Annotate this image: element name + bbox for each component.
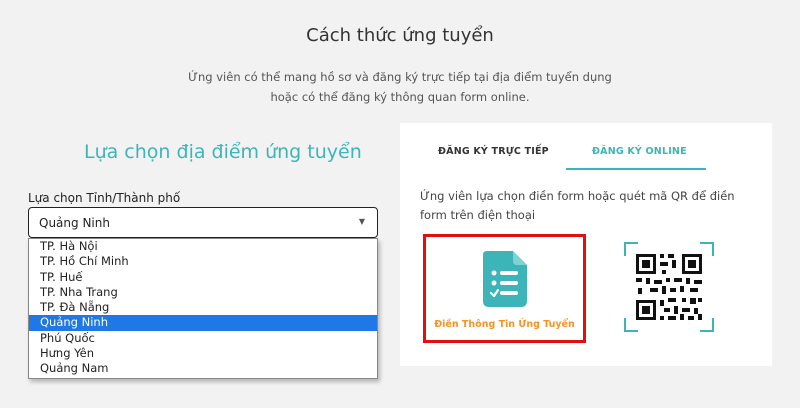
select-value: Quảng Ninh [39, 216, 110, 230]
dropdown-arrow-icon: ▼ [358, 217, 365, 226]
dropdown-option[interactable]: Phú Quốc [29, 331, 377, 346]
dropdown-option-selected[interactable]: Quảng Ninh [29, 315, 377, 331]
dropdown-option[interactable]: TP. Đà Nẵng [29, 300, 377, 315]
dropdown-option[interactable]: Hưng Yên [29, 346, 377, 361]
page-title: Cách thức ứng tuyển [306, 25, 494, 46]
dropdown-option[interactable]: Quảng Nam [29, 361, 377, 376]
dropdown-option[interactable]: TP. Hồ Chí Minh [29, 254, 377, 269]
online-description: Ứng viên lựa chọn điền form hoặc quét mã… [420, 189, 735, 222]
location-heading: Lựa chọn địa điểm ứng tuyển [84, 141, 362, 163]
form-checklist-icon [483, 251, 527, 307]
qr-code-icon[interactable] [624, 242, 714, 332]
dropdown-option[interactable]: TP. Nha Trang [29, 285, 377, 300]
form-caption: Điền Thông Tin Ứng Tuyển [434, 319, 575, 330]
tab-online-registration[interactable]: ĐĂNG KÝ ONLINE [592, 146, 687, 157]
fill-form-button[interactable]: Điền Thông Tin Ứng Tuyển [423, 234, 586, 343]
registration-card: ĐĂNG KÝ TRỰC TIẾP ĐĂNG KÝ ONLINE Ứng viê… [400, 123, 772, 366]
province-select[interactable]: Quảng Ninh ▼ [28, 207, 378, 238]
tab-direct-registration[interactable]: ĐĂNG KÝ TRỰC TIẾP [438, 146, 549, 157]
active-tab-underline [566, 168, 706, 170]
intro-line-2: hoặc có thể đăng ký thông quan form onli… [270, 90, 530, 104]
dropdown-option[interactable]: TP. Hà Nội [29, 239, 377, 254]
dropdown-option[interactable]: TP. Huế [29, 270, 377, 285]
intro-text: Ứng viên có thể mang hồ sơ và đăng ký tr… [0, 67, 800, 107]
province-dropdown-list: TP. Hà Nội TP. Hồ Chí Minh TP. Huế TP. N… [28, 238, 378, 379]
intro-line-1: Ứng viên có thể mang hồ sơ và đăng ký tr… [188, 70, 612, 84]
select-label: Lựa chọn Tỉnh/Thành phố [28, 191, 181, 205]
